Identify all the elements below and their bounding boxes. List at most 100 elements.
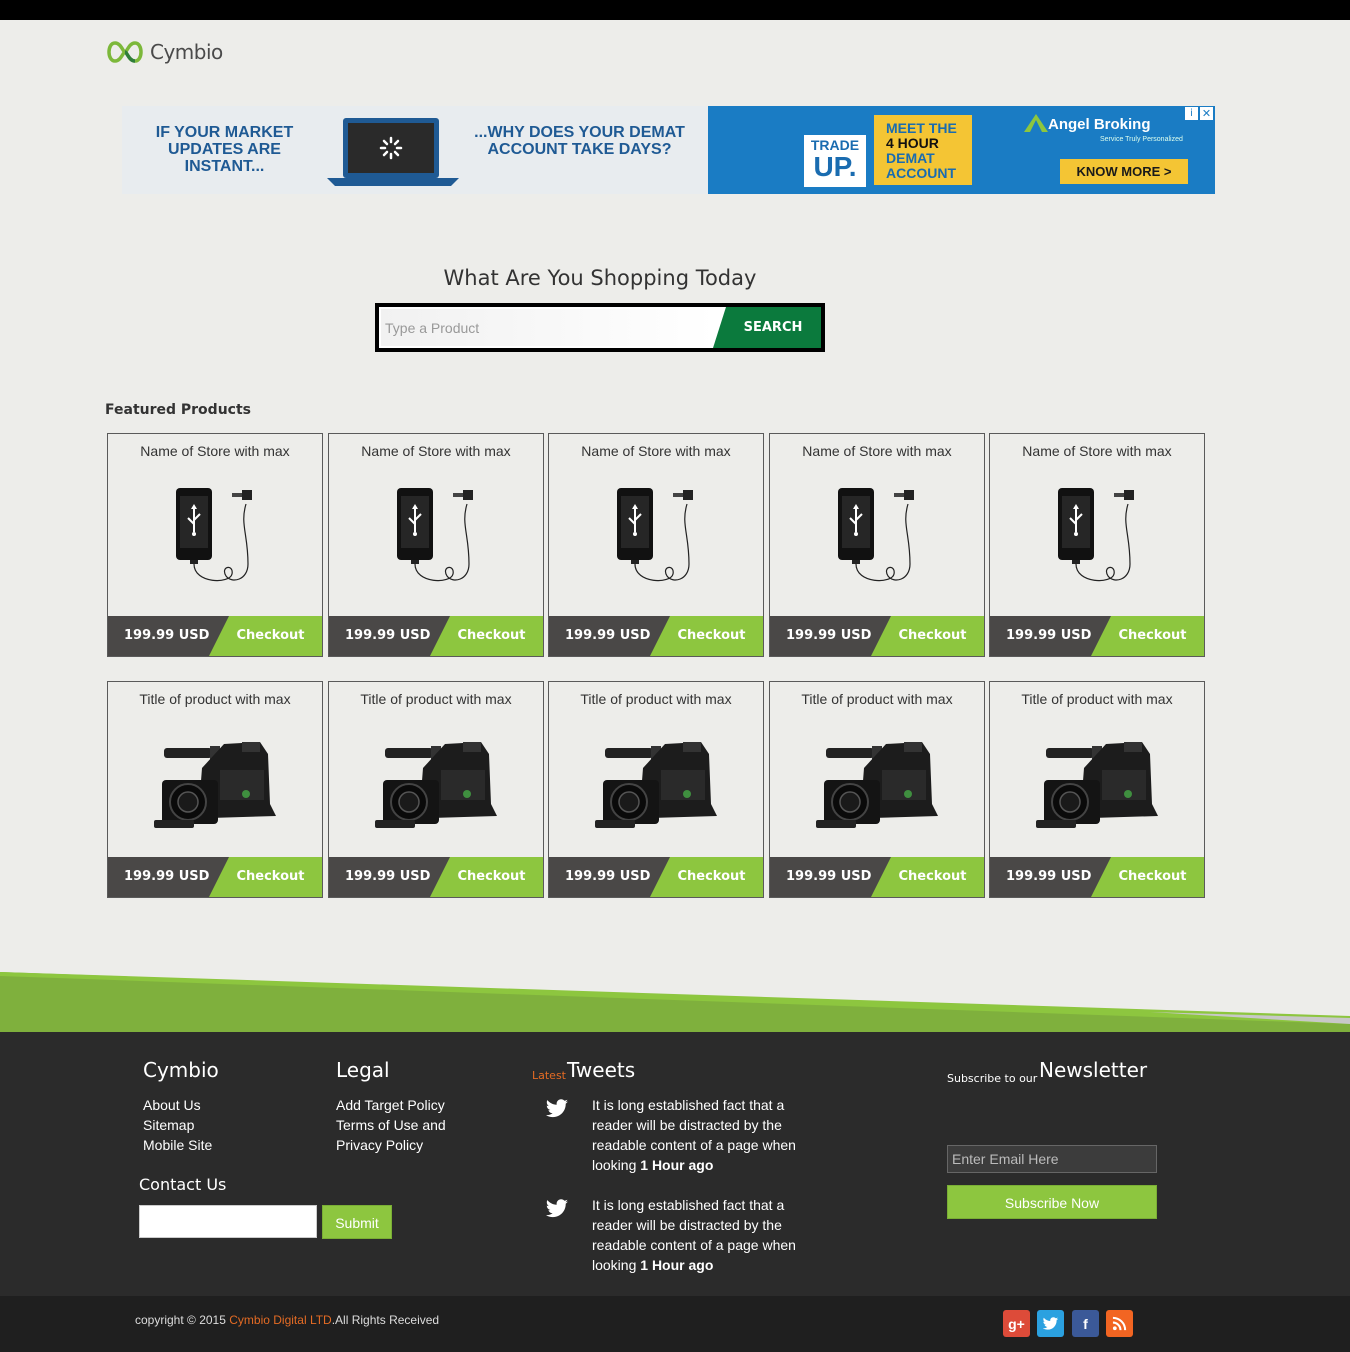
trade-up-badge: TRADE UP. <box>804 135 866 187</box>
product-footer: 199.99 USD Checkout <box>108 857 322 897</box>
contact-input[interactable] <box>139 1205 317 1238</box>
site-logo[interactable]: Cymbio <box>104 38 223 66</box>
smartphone-usb-icon <box>176 488 252 582</box>
twitter-icon <box>546 1199 568 1218</box>
advertiser-name: Angel Broking <box>1048 116 1151 133</box>
tweet-item: It is long established fact that a reade… <box>592 1095 807 1175</box>
product-image[interactable] <box>990 484 1204 588</box>
product-footer: 199.99 USD Checkout <box>990 857 1204 897</box>
product-footer: 199.99 USD Checkout <box>990 616 1204 656</box>
copyright-brand-link[interactable]: Cymbio Digital LTD <box>229 1313 331 1327</box>
product-card[interactable]: Name of Store with max 199.99 USD Checkout <box>989 433 1205 657</box>
angel-pyramid-icon <box>1024 114 1048 132</box>
ad-text-1: IF YOUR MARKET UPDATES ARE INSTANT... <box>155 124 294 175</box>
product-footer: 199.99 USD Checkout <box>108 616 322 656</box>
newsletter-email-input[interactable] <box>947 1145 1157 1173</box>
product-card[interactable]: Title of product with max 199.99 USD Check… <box>328 681 544 898</box>
subscribe-button[interactable]: Subscribe Now <box>947 1185 1157 1219</box>
product-footer: 199.99 USD Checkout <box>770 857 984 897</box>
newsletter-prefix: Subscribe to our <box>947 1072 1038 1085</box>
copyright: copyright © 2015 Cymbio Digital LTD.All … <box>135 1313 439 1327</box>
product-card[interactable]: Title of product with max 199.99 USD Check… <box>769 681 985 898</box>
product-image[interactable] <box>770 734 984 834</box>
search-input[interactable] <box>381 309 715 346</box>
trade-line-2: UP. <box>813 151 857 182</box>
product-title: Title of product with max <box>360 691 512 707</box>
contact-submit-button[interactable]: Submit <box>322 1205 392 1239</box>
product-card[interactable]: Name of Store with max 199.99 USD Checkout <box>328 433 544 657</box>
product-card[interactable]: Title of product with max 199.99 USD Check… <box>989 681 1205 898</box>
copyright-suffix: .All Rights Received <box>331 1313 440 1327</box>
product-title: Name of Store with max <box>581 443 731 459</box>
ad-left-panel: IF YOUR MARKET UPDATES ARE INSTANT... ..… <box>122 106 708 194</box>
smartphone-usb-icon <box>1058 488 1134 582</box>
laptop-loading-icon <box>327 118 459 186</box>
product-image[interactable] <box>329 484 543 588</box>
contact-heading: Contact Us <box>139 1175 227 1194</box>
bottom-bar: copyright © 2015 Cymbio Digital LTD.All … <box>0 1296 1350 1352</box>
footer-link-mobile[interactable]: Mobile Site <box>143 1135 212 1155</box>
footer: Cymbio About Us Sitemap Mobile Site Lega… <box>0 1032 1350 1296</box>
product-card[interactable]: Name of Store with max 199.99 USD Checkout <box>548 433 764 657</box>
featured-products-heading: Featured Products <box>105 402 251 418</box>
top-bar <box>0 0 1350 20</box>
ad-text-2: ...WHY DOES YOUR DEMAT ACCOUNT TAKE DAYS… <box>474 124 685 158</box>
camcorder-icon <box>1036 742 1158 828</box>
tweet-time: 1 Hour ago <box>640 1157 714 1173</box>
product-card[interactable]: Name of Store with max 199.99 USD Checkout <box>107 433 323 657</box>
footer-col1-heading: Cymbio <box>143 1058 219 1082</box>
camcorder-icon <box>375 742 497 828</box>
copyright-prefix: copyright © 2015 <box>135 1313 226 1327</box>
product-card[interactable]: Title of product with max 199.99 USD Check… <box>107 681 323 898</box>
product-image[interactable] <box>108 484 322 588</box>
product-card[interactable]: Name of Store with max 199.99 USD Checkout <box>769 433 985 657</box>
meet-line-4: ACCOUNT <box>886 165 956 181</box>
rss-icon[interactable] <box>1106 1310 1133 1337</box>
footer-link-about[interactable]: About Us <box>143 1095 201 1115</box>
know-more-button[interactable]: KNOW MORE > <box>1060 159 1188 184</box>
footer-link-sitemap[interactable]: Sitemap <box>143 1115 194 1135</box>
footer-link-target-policy[interactable]: Add Target Policy <box>336 1095 445 1115</box>
footer-wave <box>0 972 1350 1032</box>
footer-link-terms[interactable]: Terms of Use and <box>336 1115 446 1135</box>
product-title: Title of product with max <box>139 691 291 707</box>
camcorder-icon <box>595 742 717 828</box>
tweet-item: It is long established fact that a reade… <box>592 1195 807 1275</box>
google-plus-icon[interactable]: g+ <box>1003 1310 1030 1337</box>
product-image[interactable] <box>108 734 322 834</box>
product-card[interactable]: Title of product with max 199.99 USD Check… <box>548 681 764 898</box>
footer-col2-heading: Legal <box>336 1058 390 1082</box>
meet-line-2: 4 HOUR <box>886 135 939 151</box>
advertiser-tagline: Service Truly Personalized <box>1100 136 1183 143</box>
tweet-time: 1 Hour ago <box>640 1257 714 1273</box>
ad-banner[interactable]: IF YOUR MARKET UPDATES ARE INSTANT... ..… <box>122 106 1215 194</box>
search-button[interactable]: SEARCH <box>713 307 821 348</box>
smartphone-usb-icon <box>617 488 693 582</box>
product-image[interactable] <box>549 484 763 588</box>
product-footer: 199.99 USD Checkout <box>329 616 543 656</box>
smartphone-usb-icon <box>397 488 473 582</box>
product-image[interactable] <box>770 484 984 588</box>
facebook-icon[interactable]: f <box>1072 1310 1099 1337</box>
camcorder-icon <box>816 742 938 828</box>
footer-link-privacy[interactable]: Privacy Policy <box>336 1135 423 1155</box>
ad-info-icon[interactable]: i <box>1185 107 1198 120</box>
ad-close-icon[interactable]: ✕ <box>1200 107 1213 120</box>
twitter-icon[interactable] <box>1037 1310 1064 1337</box>
newsletter-heading: Newsletter <box>1039 1058 1148 1082</box>
product-image[interactable] <box>990 734 1204 834</box>
product-footer: 199.99 USD Checkout <box>549 616 763 656</box>
tweets-heading: Tweets <box>567 1058 636 1082</box>
product-title: Title of product with max <box>801 691 953 707</box>
product-image[interactable] <box>329 734 543 834</box>
product-title: Name of Store with max <box>361 443 511 459</box>
logo-text: Cymbio <box>150 40 223 64</box>
product-footer: 199.99 USD Checkout <box>770 616 984 656</box>
twitter-icon <box>546 1099 568 1118</box>
search-headline: What Are You Shopping Today <box>443 266 757 290</box>
product-title: Title of product with max <box>1021 691 1173 707</box>
meet-badge: MEET THE 4 HOUR DEMAT ACCOUNT <box>874 115 972 185</box>
product-footer: 199.99 USD Checkout <box>329 857 543 897</box>
product-image[interactable] <box>549 734 763 834</box>
product-footer: 199.99 USD Checkout <box>549 857 763 897</box>
